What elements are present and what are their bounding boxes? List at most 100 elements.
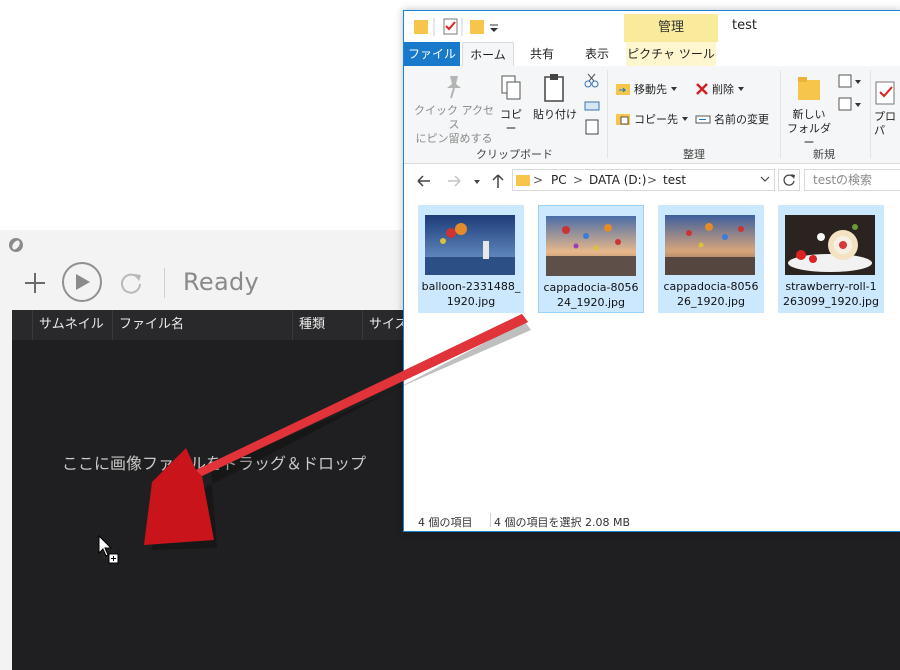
up-arrow-icon xyxy=(492,174,504,188)
thumbnail-image xyxy=(665,215,755,275)
group-divider xyxy=(607,70,608,158)
delete-label: 削除 xyxy=(712,83,734,96)
new-folder-icon xyxy=(470,20,484,34)
new-item-tools[interactable] xyxy=(836,72,862,118)
plus-icon xyxy=(25,273,45,293)
file-item[interactable]: balloon-2331488_ 1920.jpg xyxy=(418,205,524,313)
reload-button[interactable] xyxy=(116,264,146,302)
rename-icon xyxy=(695,115,711,124)
play-icon xyxy=(76,274,90,290)
refresh-button[interactable] xyxy=(778,169,800,191)
copy-folder-icon xyxy=(616,114,630,125)
ribbon-tabs: ファイル ホーム 共有 表示 ピクチャ ツール xyxy=(404,42,900,67)
cut-icon xyxy=(584,80,592,88)
file-name: strawberry-roll-1 263099_1920.jpg xyxy=(778,279,884,309)
status-item-count: 4 個の項目 xyxy=(418,516,473,529)
properties-button[interactable]: プロパ xyxy=(874,80,900,138)
ribbon: クイック アクセス にピン留めする コピー 貼り付け クリップボード 移動先 コ… xyxy=(404,66,900,164)
start-button[interactable] xyxy=(62,262,102,302)
tab-file[interactable]: ファイル xyxy=(404,42,460,66)
breadcrumb-folder[interactable]: test xyxy=(663,173,686,187)
column-type[interactable]: 種類 xyxy=(292,310,362,340)
move-folder-icon xyxy=(616,84,630,95)
pin-quick-access-button[interactable]: クイック アクセス にピン留めする xyxy=(410,72,498,146)
clipboard-small-tools[interactable] xyxy=(582,72,602,138)
file-name-line: 263099_1920.jpg xyxy=(782,295,879,308)
nav-buttons[interactable] xyxy=(414,172,504,190)
window-title: test xyxy=(732,18,757,33)
file-item[interactable]: cappadocia-8056 26_1920.jpg xyxy=(658,205,764,313)
refresh-icon xyxy=(783,174,795,186)
folder-icon xyxy=(516,175,530,186)
new-item-icon xyxy=(838,74,852,88)
folder-icon xyxy=(414,20,428,34)
paste-label: 貼り付け xyxy=(533,108,577,121)
clipboard-group-label: クリップボード xyxy=(476,148,553,161)
file-name-line: cappadocia-8056 xyxy=(543,281,639,294)
chevron-down-icon xyxy=(738,87,744,91)
chevron-down-icon xyxy=(682,117,688,121)
copy-icon xyxy=(501,75,521,100)
properties-label: プロパ xyxy=(874,110,896,137)
breadcrumb-pc[interactable]: PC xyxy=(551,173,567,187)
file-name: cappadocia-8056 24_1920.jpg xyxy=(539,280,643,310)
rename-button[interactable]: 名前の変更 xyxy=(695,108,769,130)
delete-button[interactable]: 削除 xyxy=(695,78,745,100)
file-name-line: 24_1920.jpg xyxy=(556,296,625,309)
thumbnail-image xyxy=(785,215,875,275)
chevron-down-icon xyxy=(490,28,498,32)
file-name-line: balloon-2331488_ xyxy=(421,280,521,293)
file-name-line: 26_1920.jpg xyxy=(676,295,745,308)
quick-access-toolbar xyxy=(414,18,498,36)
app-logo-icon xyxy=(9,238,23,252)
chevron-down-icon xyxy=(671,87,677,91)
add-files-button[interactable] xyxy=(20,264,50,302)
paste-button[interactable]: 貼り付け xyxy=(532,72,578,122)
file-item[interactable]: cappadocia-8056 24_1920.jpg xyxy=(538,205,644,313)
file-name: balloon-2331488_ 1920.jpg xyxy=(418,279,524,309)
manage-context-tab: 管理 xyxy=(624,14,718,42)
rename-label: 名前の変更 xyxy=(714,113,769,126)
copy-button[interactable]: コピー xyxy=(495,74,527,136)
title-bar: 管理 test xyxy=(404,11,900,42)
copy-path-icon xyxy=(584,101,600,111)
copy-to-label: コピー先 xyxy=(634,113,678,126)
new-folder-icon xyxy=(798,77,820,100)
file-item[interactable]: strawberry-roll-1 263099_1920.jpg xyxy=(778,205,884,313)
file-grid: balloon-2331488_ 1920.jpg cappadocia-8056… xyxy=(404,201,900,501)
breadcrumb-drive[interactable]: DATA (D:) xyxy=(589,173,646,187)
column-thumbnail[interactable]: サムネイル xyxy=(32,310,112,340)
breadcrumb-separator: > xyxy=(573,173,584,187)
paste-icon xyxy=(544,74,564,102)
search-input[interactable]: testの検索 xyxy=(804,169,900,191)
column-filename[interactable]: ファイル名 xyxy=(112,310,292,340)
status-selection: 4 個の項目を選択 2.08 MB xyxy=(494,516,631,529)
organize-group-label: 整理 xyxy=(683,148,705,161)
pin-label-2: にピン留めする xyxy=(415,132,493,145)
chevron-down-icon[interactable] xyxy=(760,176,770,184)
group-divider xyxy=(780,70,781,158)
move-to-label: 移動先 xyxy=(634,83,667,96)
status-text: Ready xyxy=(183,268,260,296)
file-explorer-window: 管理 test ファイル ホーム 共有 表示 ピクチャ ツール クイック アクセ… xyxy=(403,10,900,532)
tab-picture-tools[interactable]: ピクチャ ツール xyxy=(626,42,716,66)
thumbnail-image xyxy=(546,216,636,276)
delete-x-icon xyxy=(696,83,708,95)
properties-check-icon xyxy=(875,81,895,105)
address-box[interactable]: > PC > DATA (D:) > test xyxy=(512,169,775,191)
file-name-line: 1920.jpg xyxy=(446,295,496,308)
copy-to-button[interactable]: コピー先 xyxy=(615,108,689,130)
tab-share[interactable]: 共有 xyxy=(520,42,564,66)
tab-home[interactable]: ホーム xyxy=(462,42,514,67)
pin-label-1: クイック アクセス xyxy=(414,104,494,131)
file-name-line: strawberry-roll-1 xyxy=(785,280,877,293)
tab-view[interactable]: 表示 xyxy=(576,42,618,66)
new-folder-button[interactable]: 新しい フォルダー xyxy=(784,74,834,150)
move-to-button[interactable]: 移動先 xyxy=(615,78,678,100)
file-name-line: cappadocia-8056 xyxy=(663,280,759,293)
pin-icon xyxy=(447,76,461,99)
file-name: cappadocia-8056 26_1920.jpg xyxy=(658,279,764,309)
drop-hint-text: ここに画像ファイルをドラッグ＆ドロップ xyxy=(62,454,367,473)
breadcrumb-separator: > xyxy=(647,173,658,187)
easy-access-icon xyxy=(838,97,852,111)
